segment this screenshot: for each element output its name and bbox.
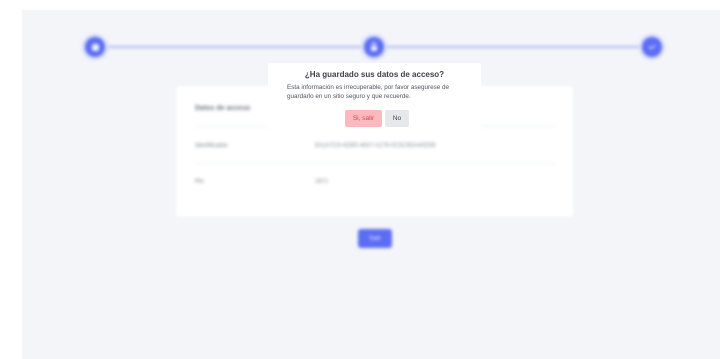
divider: [195, 163, 556, 164]
cancel-button[interactable]: No: [385, 110, 409, 127]
pin-label: Pin: [195, 179, 204, 185]
confirm-exit-button[interactable]: Si, salir: [345, 110, 382, 127]
identifier-label: Identificador: [195, 143, 228, 149]
square-icon: [91, 43, 99, 51]
card-title: Datos de acceso: [195, 105, 251, 112]
exit-button[interactable]: Salir: [358, 229, 392, 248]
pin-value: 2871: [315, 179, 329, 185]
dialog-message: Esta información es irrecuperable, por f…: [287, 84, 450, 100]
dialog-title: ¿Ha guardado sus datos de acceso?: [304, 70, 445, 79]
lock-icon: [371, 42, 377, 51]
step-2: [364, 37, 384, 57]
step-3: [642, 37, 662, 57]
check-icon: [648, 42, 656, 50]
identifier-value: 8A1A7C9-4DB5-4837-A278-0C5C9DA40D56: [315, 143, 436, 149]
step-1: [85, 37, 105, 57]
